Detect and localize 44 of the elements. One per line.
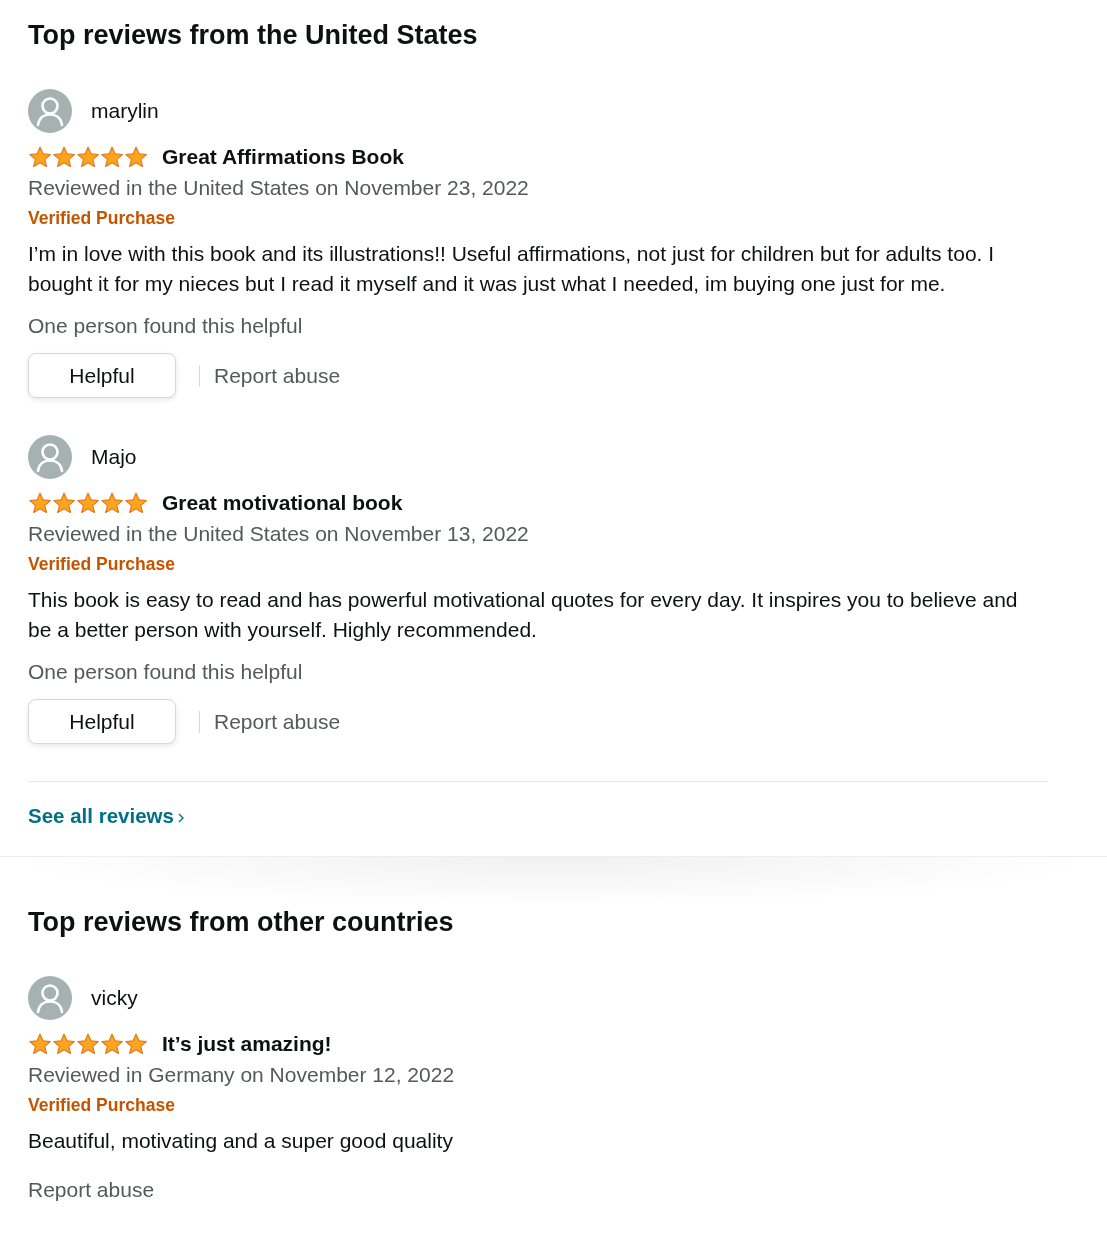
star-icon [100,1032,124,1056]
report-abuse-link[interactable]: Report abuse [28,1178,155,1202]
review-text: This book is easy to read and has powerful motivational quotes for every day. It inspires you to believe and be a better person with yourself. Highly recommended. [28,587,1019,643]
star-icon [76,491,100,515]
review-date: Reviewed in the United States on November 13, 2022 [28,522,530,546]
review-title[interactable]: Great Affirmations Book [162,145,404,169]
review-text: I’m in love with this book and its illustrations!! Useful affirmations, not just for children but for adults too. I bought it for my nieces but I read it myself and it was just what I needed, im buying one just for me. [28,241,996,297]
review-date: Reviewed in Germany on November 12, 2022 [28,1063,456,1087]
helpful-button[interactable]: Helpful [28,699,176,744]
helpful-count: One person found this helpful [28,660,304,684]
report-abuse-link[interactable]: Report abuse [214,709,341,734]
star-icon [28,145,52,169]
star-icon [28,1032,52,1056]
avatar-icon [28,89,72,133]
see-all-reviews-link[interactable]: See all reviews [28,804,184,828]
reviewer-name: vicky [91,986,138,1010]
avatar-icon [28,435,72,479]
section-heading: Top reviews from other countries [28,906,454,938]
star-icon [52,1032,76,1056]
section-heading: Top reviews from the United States [28,19,478,51]
helpful-button[interactable]: Helpful [28,353,176,398]
chevron-icon [177,813,184,823]
avatar-icon [28,976,72,1020]
star-icon [124,1032,148,1056]
star-icon [52,491,76,515]
star-icon [76,1032,100,1056]
report-abuse-link[interactable]: Report abuse [214,363,341,388]
star-icon [124,145,148,169]
star-icon [76,145,100,169]
verified-purchase-label: Verified Purchase [28,553,176,575]
review-title[interactable]: It’s just amazing! [162,1032,332,1056]
star-icon [100,145,124,169]
verified-purchase-label: Verified Purchase [28,207,176,229]
helpful-count: One person found this helpful [28,314,304,338]
review-title[interactable]: Great motivational book [162,491,403,515]
reviewer-name: marylin [91,99,159,123]
star-icon [124,491,148,515]
review-text: Beautiful, motivating and a super good quality [28,1128,454,1154]
verified-purchase-label: Verified Purchase [28,1094,176,1116]
reviewer-name: Majo [91,445,137,469]
review-date: Reviewed in the United States on November 23, 2022 [28,176,530,200]
star-icon [100,491,124,515]
star-icon [52,145,76,169]
star-icon [28,491,52,515]
